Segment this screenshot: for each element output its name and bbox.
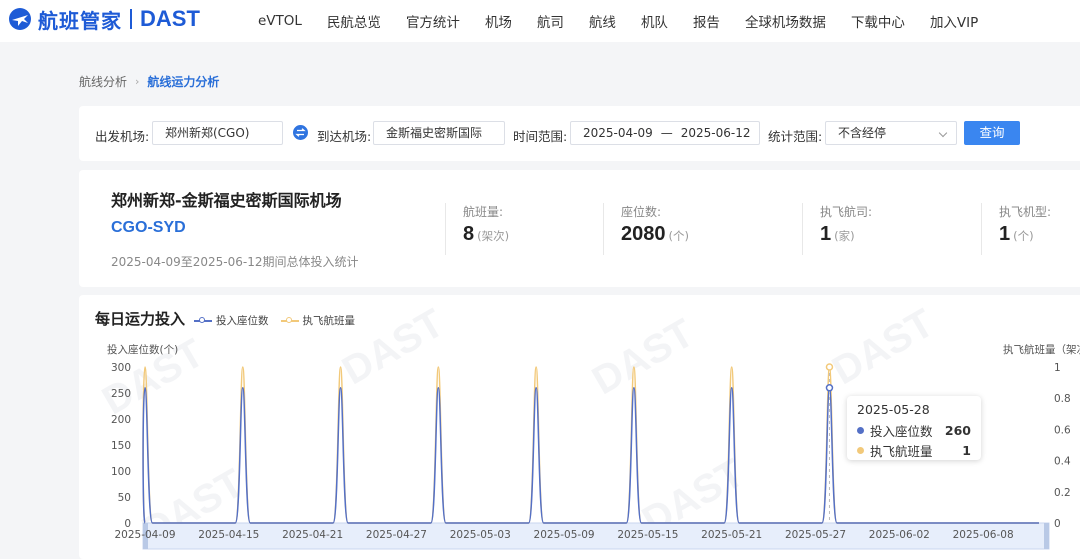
x-tick-label: 2025-04-15 — [198, 529, 259, 541]
chart-tooltip: 2025-05-28 投入座位数 260 执飞航班量 1 — [847, 396, 981, 460]
scope-label: 统计范围: — [768, 129, 823, 144]
stat-unit: (个) — [1013, 229, 1034, 243]
route-code: CGO-SYD — [111, 219, 186, 236]
stat-flights: 航班量: 8 (架次) — [445, 203, 509, 255]
departure-label: 出发机场: — [95, 129, 150, 144]
tooltip-row-flights: 执飞航班量 1 — [857, 440, 971, 460]
nav-airlines[interactable]: 航司 — [537, 11, 564, 31]
x-tick-label: 2025-06-08 — [953, 529, 1014, 541]
logo-text-en: DAST — [140, 6, 200, 31]
y-tick-label-right: 1 — [1054, 362, 1061, 374]
nav-downloads[interactable]: 下载中心 — [851, 11, 905, 31]
series-dot-icon — [857, 446, 864, 454]
chevron-down-icon — [938, 128, 948, 138]
x-tick-label: 2025-05-09 — [534, 529, 595, 541]
date-range-separator: — — [660, 126, 673, 140]
breadcrumb-parent[interactable]: 航线分析 — [79, 73, 127, 90]
y-tick-label-right: 0 — [1054, 518, 1061, 530]
query-button[interactable]: 查询 — [964, 121, 1020, 145]
tooltip-label: 执飞航班量 — [870, 443, 933, 459]
breadcrumb-current: 航线运力分析 — [147, 75, 220, 89]
tooltip-value: 1 — [962, 442, 971, 458]
swap-airports-icon[interactable] — [293, 125, 308, 140]
x-tick-label: 2025-04-21 — [282, 529, 343, 541]
y-tick-label-right: 0.6 — [1054, 424, 1071, 436]
start-date[interactable]: 2025-04-09 — [583, 122, 653, 144]
scope-value: 不含经停 — [838, 126, 887, 140]
arrival-airport-input[interactable]: 金斯福史密斯国际 — [373, 121, 505, 145]
stat-aircraft-types: 执飞机型: 1 (个) — [981, 203, 1051, 255]
airplane-logo-icon — [9, 8, 31, 30]
top-navbar: 航班管家 DAST eVTOL 民航总览 官方统计 机场 航司 航线 机队 报告… — [0, 0, 1080, 42]
tooltip-date: 2025-05-28 — [857, 402, 930, 417]
time-range-label: 时间范围: — [513, 129, 568, 144]
x-tick-label: 2025-04-09 — [114, 529, 175, 541]
logo[interactable]: 航班管家 DAST — [8, 4, 200, 34]
stat-label: 座位数: — [621, 205, 662, 219]
tooltip-label: 投入座位数 — [870, 423, 933, 439]
daily-capacity-chart-card: DAST DAST DAST DAST DAST DAST 每日运力投入 投入座… — [79, 295, 1080, 559]
nav-airports[interactable]: 机场 — [485, 11, 512, 31]
logo-text-cn: 航班管家 — [38, 8, 122, 33]
stat-value: 8 — [463, 223, 475, 245]
date-range-picker[interactable]: 2025-04-09 — 2025-06-12 — [570, 121, 760, 145]
arrival-label: 到达机场: — [317, 129, 372, 144]
tooltip-row-seats: 投入座位数 260 — [857, 420, 971, 440]
logo-divider — [130, 9, 132, 29]
nav-reports[interactable]: 报告 — [693, 11, 720, 31]
y-tick-label-left: 300 — [111, 362, 131, 374]
main-nav: eVTOL 民航总览 官方统计 机场 航司 航线 机队 报告 全球机场数据 下载… — [258, 0, 1003, 42]
stat-airlines: 执飞航司: 1 (家) — [802, 203, 872, 255]
y-tick-label-left: 150 — [111, 440, 131, 452]
stat-value: 1 — [820, 223, 832, 245]
stat-label: 执飞航司: — [820, 205, 873, 219]
y-tick-label-left: 50 — [118, 492, 131, 504]
y-axis-title-left: 投入座位数(个) — [107, 343, 178, 356]
end-date[interactable]: 2025-06-12 — [681, 122, 751, 144]
y-tick-label-left: 250 — [111, 388, 131, 400]
y-tick-label-right: 0.2 — [1054, 487, 1071, 499]
nav-official-stats[interactable]: 官方统计 — [406, 11, 460, 31]
scope-select[interactable]: 不含经停 — [825, 121, 957, 145]
slider-handle-right — [1044, 523, 1049, 549]
x-tick-label: 2025-05-21 — [701, 529, 762, 541]
y-tick-label-left: 100 — [111, 466, 131, 478]
nav-evtol[interactable]: eVTOL — [258, 13, 302, 29]
series-dot-icon — [857, 426, 864, 434]
data-point-flights — [825, 363, 834, 371]
stat-value: 2080 — [621, 223, 666, 245]
stat-unit: (个) — [668, 229, 689, 243]
nav-fleet[interactable]: 机队 — [641, 11, 668, 31]
tooltip-value: 260 — [944, 422, 971, 438]
x-tick-label: 2025-06-02 — [869, 529, 930, 541]
x-tick-label: 2025-05-15 — [617, 529, 678, 541]
nav-join-vip[interactable]: 加入VIP — [930, 11, 978, 31]
filter-bar: 出发机场: 郑州新郑(CGO) 到达机场: 金斯福史密斯国际 时间范围: 202… — [79, 106, 1080, 161]
stat-unit: (家) — [834, 229, 855, 243]
y-axis-title-right: 执飞航班量（架次） — [1003, 343, 1080, 356]
nav-routes[interactable]: 航线 — [589, 11, 616, 31]
stat-label: 航班量: — [463, 205, 504, 219]
stat-seats: 座位数: 2080 (个) — [603, 203, 689, 255]
chevron-right-icon: › — [135, 75, 140, 88]
y-tick-label-right: 0.4 — [1054, 456, 1071, 468]
breadcrumb: 航线分析 › 航线运力分析 — [79, 73, 219, 90]
stat-label: 执飞机型: — [999, 205, 1052, 219]
x-tick-label: 2025-04-27 — [366, 529, 427, 541]
route-name: 郑州新郑-金斯福史密斯国际机场 — [111, 191, 342, 210]
route-period: 2025-04-09至2025-06-12期间总体投入统计 — [111, 255, 359, 269]
y-tick-label-right: 0.8 — [1054, 393, 1071, 405]
x-tick-label: 2025-05-27 — [785, 529, 846, 541]
x-tick-label: 2025-05-03 — [450, 529, 511, 541]
stat-value: 1 — [999, 223, 1011, 245]
departure-airport-input[interactable]: 郑州新郑(CGO) — [152, 121, 283, 145]
route-summary-card: 郑州新郑-金斯福史密斯国际机场 CGO-SYD 2025-04-09至2025-… — [79, 170, 1080, 287]
data-point-seats — [825, 384, 834, 392]
stat-unit: (架次) — [477, 229, 510, 243]
nav-global-airports[interactable]: 全球机场数据 — [745, 11, 826, 31]
nav-overview[interactable]: 民航总览 — [327, 11, 381, 31]
y-tick-label-left: 200 — [111, 414, 131, 426]
